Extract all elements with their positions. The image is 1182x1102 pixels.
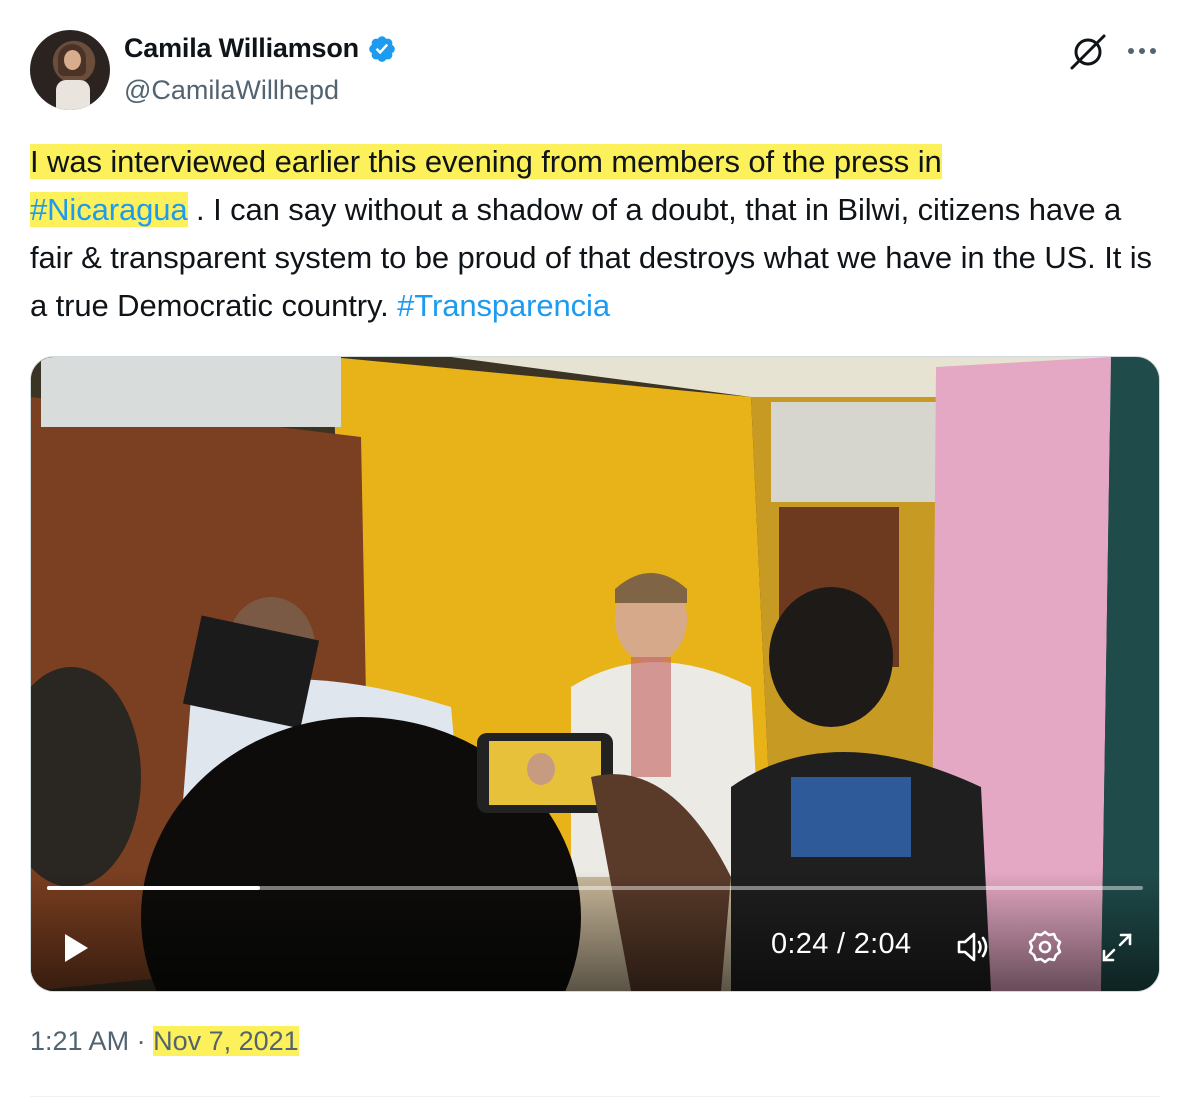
- fullscreen-icon[interactable]: [1097, 927, 1137, 967]
- video-time: 0:24 / 2:04: [771, 928, 911, 961]
- play-icon[interactable]: [61, 931, 91, 965]
- more-icon[interactable]: [1124, 36, 1160, 66]
- video-player[interactable]: 0:24 / 2:04: [30, 356, 1160, 992]
- timestamp-separator: ·: [136, 1026, 146, 1056]
- author-handle[interactable]: @CamilaWillhepd: [124, 75, 339, 106]
- tweet-timestamp: 1:21 AM · Nov 7, 2021: [30, 1026, 299, 1057]
- video-progress-fill: [47, 886, 260, 890]
- volume-icon[interactable]: [953, 927, 993, 967]
- tweet-date[interactable]: Nov 7, 2021: [153, 1026, 299, 1056]
- hashtag-transparencia[interactable]: #Transparencia: [397, 288, 610, 323]
- highlighted-text: I was interviewed earlier this evening f…: [30, 144, 942, 179]
- grok-icon[interactable]: [1066, 30, 1110, 74]
- settings-icon[interactable]: [1025, 927, 1065, 967]
- hashtag-nicaragua[interactable]: #Nicaragua: [30, 192, 188, 227]
- tweet-time[interactable]: 1:21 AM: [30, 1026, 129, 1056]
- divider: [30, 1096, 1160, 1097]
- author-name-row: Camila Williamson: [124, 33, 397, 64]
- verified-badge-icon: [367, 34, 397, 64]
- author-name[interactable]: Camila Williamson: [124, 33, 359, 64]
- video-duration: 2:04: [853, 928, 912, 960]
- video-progress-bar[interactable]: [47, 886, 1143, 890]
- tweet-card: Camila Williamson @CamilaWillhepd I was …: [0, 0, 1182, 1102]
- tweet-text: I was interviewed earlier this evening f…: [30, 138, 1170, 330]
- video-time-separator: /: [837, 928, 846, 960]
- video-current-time: 0:24: [771, 928, 829, 960]
- avatar[interactable]: [30, 30, 110, 110]
